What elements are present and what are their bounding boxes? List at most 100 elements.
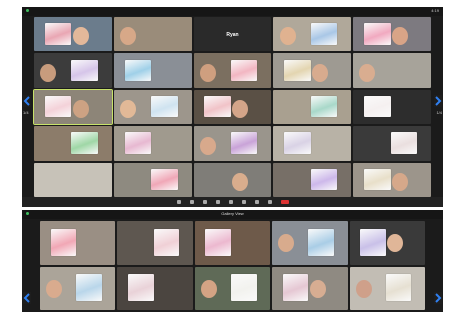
participant-tile[interactable] — [194, 266, 271, 310]
participant-tile[interactable] — [273, 53, 352, 88]
participant-face — [278, 234, 295, 253]
participant-tile[interactable] — [273, 89, 352, 125]
held-drawing — [124, 59, 152, 81]
held-drawing — [204, 95, 231, 118]
page-indicator-left: 1/4 — [23, 110, 29, 115]
held-drawing — [124, 132, 152, 154]
participant-tile[interactable] — [353, 17, 431, 52]
participant-tile[interactable] — [40, 221, 116, 265]
held-drawing — [153, 228, 180, 256]
security-icon[interactable] — [202, 200, 207, 204]
participant-face — [279, 27, 296, 46]
bottom-title-bar: Gallery View — [22, 210, 443, 219]
held-drawing — [71, 132, 98, 154]
held-drawing — [205, 228, 231, 256]
participant-tile[interactable] — [113, 17, 192, 52]
next-page-arrow-bottom[interactable] — [434, 292, 442, 304]
participant-face — [199, 63, 216, 82]
participant-face — [120, 100, 137, 119]
top-title-bar: 4:19 — [22, 7, 443, 16]
participant-tile[interactable] — [34, 17, 112, 52]
participant-face — [312, 63, 329, 82]
held-drawing — [151, 95, 178, 118]
participant-tile[interactable] — [117, 221, 193, 265]
held-drawing — [385, 274, 412, 302]
participant-tile[interactable] — [193, 89, 272, 125]
held-drawing — [151, 168, 178, 191]
window-dot-icon — [26, 9, 29, 12]
participant-tile[interactable] — [273, 17, 352, 52]
held-drawing — [310, 23, 338, 45]
top-clock: 4:19 — [431, 8, 439, 13]
participant-tile[interactable] — [193, 162, 272, 197]
participant-tile[interactable] — [194, 221, 271, 265]
bottom-gallery-grid — [40, 221, 425, 310]
participant-tile[interactable] — [34, 162, 112, 197]
participant-tile[interactable] — [273, 162, 352, 197]
participant-tile[interactable] — [353, 89, 431, 125]
participant-tile[interactable] — [349, 221, 425, 265]
participant-tile[interactable] — [353, 162, 431, 197]
held-drawing — [308, 228, 334, 256]
participant-face — [232, 172, 249, 191]
participant-face — [359, 63, 376, 82]
participant-tile[interactable] — [353, 126, 431, 161]
held-drawing — [284, 132, 311, 154]
participant-tile[interactable] — [193, 126, 272, 161]
participant-tile[interactable] — [113, 162, 192, 197]
participant-face — [392, 27, 409, 46]
participant-face — [199, 136, 216, 155]
participant-tile[interactable] — [349, 266, 425, 310]
held-drawing — [364, 168, 391, 191]
held-drawing — [284, 59, 311, 81]
participant-tile[interactable]: Ryan — [193, 17, 272, 52]
share-icon[interactable] — [241, 200, 246, 204]
prev-page-arrow-bottom[interactable] — [23, 292, 31, 304]
top-meeting-window: 4:19 1/4 1/4 Ryan — [22, 7, 443, 207]
participant-name: Ryan — [226, 32, 239, 39]
held-drawing — [282, 274, 309, 302]
chat-icon[interactable] — [228, 200, 233, 204]
held-drawing — [50, 228, 77, 256]
held-drawing — [76, 274, 102, 302]
top-gallery-grid: Ryan — [33, 17, 431, 197]
participant-tile[interactable] — [193, 53, 272, 88]
held-drawing — [364, 95, 391, 118]
participant-tile[interactable] — [117, 266, 193, 310]
participant-tile[interactable] — [113, 89, 192, 125]
chevron-right-icon — [435, 96, 442, 106]
participant-face — [200, 279, 217, 298]
chevron-left-icon — [23, 293, 30, 303]
participant-tile[interactable] — [272, 221, 348, 265]
bottom-meeting-window: Gallery View — [22, 210, 443, 312]
next-page-arrow[interactable] — [434, 95, 442, 107]
participant-face — [309, 279, 326, 298]
participants-icon[interactable] — [215, 200, 220, 204]
participant-tile[interactable] — [273, 126, 352, 161]
prev-page-arrow[interactable] — [23, 95, 31, 107]
held-drawing — [230, 132, 258, 154]
page-indicator-right: 1/4 — [436, 110, 442, 115]
held-drawing — [310, 168, 338, 191]
end-icon[interactable] — [280, 200, 289, 204]
participant-tile[interactable] — [113, 53, 192, 88]
participant-tile[interactable] — [34, 53, 112, 88]
participant-tile[interactable] — [40, 266, 116, 310]
participant-tile[interactable] — [353, 53, 431, 88]
held-drawing — [44, 23, 72, 45]
participant-face — [232, 100, 249, 119]
participant-tile[interactable] — [33, 88, 113, 126]
camera-icon[interactable] — [189, 200, 194, 204]
reactions-icon[interactable] — [267, 200, 272, 204]
record-icon[interactable] — [254, 200, 259, 204]
participant-face — [355, 279, 372, 298]
participant-tile[interactable] — [272, 266, 348, 310]
held-drawing — [390, 132, 417, 154]
participant-face — [392, 172, 409, 191]
participant-face — [387, 234, 404, 253]
participant-tile[interactable] — [113, 126, 192, 161]
participant-tile[interactable] — [34, 126, 112, 161]
mic-icon[interactable] — [176, 200, 181, 204]
held-drawing — [230, 274, 257, 302]
held-drawing — [71, 59, 98, 81]
